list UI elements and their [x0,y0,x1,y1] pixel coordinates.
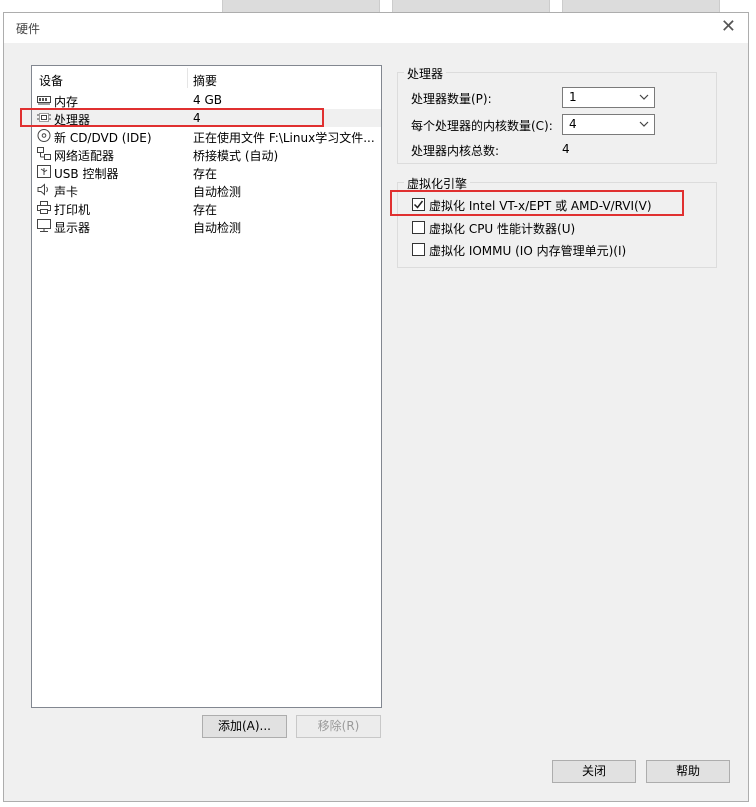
device-row-printer[interactable]: 打印机 存在 [32,199,381,217]
device-name: 新 CD/DVD (IDE) [54,131,152,145]
device-row-memory[interactable]: 内存 4 GB [32,91,381,109]
printer-icon [37,201,51,214]
device-summary: 正在使用文件 F:\Linux学习文件... [193,131,375,145]
remove-button[interactable]: 移除(R) [296,715,381,738]
cores-per-processor-select[interactable]: 4 [562,114,655,135]
device-list[interactable]: 设备 摘要 内存 4 GB 处理器 4 新 CD/DVD (IDE) 正在使用文… [31,65,382,708]
virtualization-group: 虚拟化引擎 虚拟化 Intel VT-x/EPT 或 AMD-V/RVI(V) … [397,175,717,268]
device-name: 处理器 [54,113,91,127]
sound-card-icon [37,183,51,196]
device-summary: 自动检测 [193,221,242,235]
virtualize-iommu-label[interactable]: 虚拟化 IOMMU (IO 内存管理单元)(I) [429,242,626,259]
device-summary: 存在 [193,167,218,181]
virtualize-vtx-checkbox[interactable] [412,198,425,211]
add-button[interactable]: 添加(A)... [202,715,287,738]
device-name: 显示器 [54,221,91,235]
device-row-usb-controller[interactable]: USB 控制器 存在 [32,163,381,181]
memory-icon [37,93,51,106]
device-name: 打印机 [54,203,91,217]
display-icon [37,219,51,232]
processor-icon [37,111,51,124]
column-header-summary[interactable]: 摘要 [193,72,217,89]
device-row-display[interactable]: 显示器 自动检测 [32,217,381,235]
network-adapter-icon [37,147,51,160]
device-summary: 4 [193,111,201,125]
cores-per-processor-label: 每个处理器的内核数量(C): [411,119,553,133]
device-summary: 4 GB [193,93,222,107]
cd-dvd-icon [37,129,51,142]
device-row-processor[interactable]: 处理器 4 [32,109,381,127]
device-summary: 桥接模式 (自动) [193,149,279,163]
window-title: 硬件 [16,22,41,36]
close-icon[interactable]: ✕ [721,16,736,38]
device-row-cd-dvd[interactable]: 新 CD/DVD (IDE) 正在使用文件 F:\Linux学习文件... [32,127,381,145]
processor-group: 处理器 处理器数量(P): 1 每个处理器的内核数量(C): 4 处理器内核总数… [397,65,717,164]
processor-group-title: 处理器 [404,65,447,82]
device-name: 内存 [54,95,79,109]
device-list-header: 设备 摘要 [32,66,381,90]
usb-controller-icon [37,165,51,178]
background-tab-1 [222,0,380,12]
device-name: USB 控制器 [54,167,119,181]
chevron-down-icon [638,90,650,104]
processor-count-label: 处理器数量(P): [411,92,492,106]
virtualization-group-title: 虚拟化引擎 [404,175,471,192]
column-header-device[interactable]: 设备 [39,72,63,89]
processor-count-value: 1 [569,90,577,104]
processor-count-select[interactable]: 1 [562,87,655,108]
virtualize-cpu-counters-label[interactable]: 虚拟化 CPU 性能计数器(U) [429,220,575,237]
device-name: 声卡 [54,185,79,199]
virtualize-iommu-checkbox[interactable] [412,243,425,256]
close-button[interactable]: 关闭 [552,760,636,783]
virtualize-vtx-label[interactable]: 虚拟化 Intel VT-x/EPT 或 AMD-V/RVI(V) [429,197,652,214]
help-button[interactable]: 帮助 [646,760,730,783]
hardware-dialog: 硬件 ✕ 设备 摘要 内存 4 GB 处理器 4 新 CD/DVD (IDE) … [3,12,749,802]
title-bar: 硬件 ✕ [4,13,748,43]
device-name: 网络适配器 [54,149,115,163]
device-summary: 自动检测 [193,185,242,199]
column-divider[interactable] [187,68,188,88]
background-tab-3 [562,0,720,12]
virtualize-cpu-counters-checkbox[interactable] [412,221,425,234]
device-row-sound-card[interactable]: 声卡 自动检测 [32,181,381,199]
device-summary: 存在 [193,203,218,217]
chevron-down-icon [638,117,650,131]
device-row-network-adapter[interactable]: 网络适配器 桥接模式 (自动) [32,145,381,163]
total-cores-label: 处理器内核总数: [411,144,500,158]
total-cores-value: 4 [562,142,570,156]
background-tab-2 [392,0,550,12]
cores-per-processor-value: 4 [569,117,577,131]
